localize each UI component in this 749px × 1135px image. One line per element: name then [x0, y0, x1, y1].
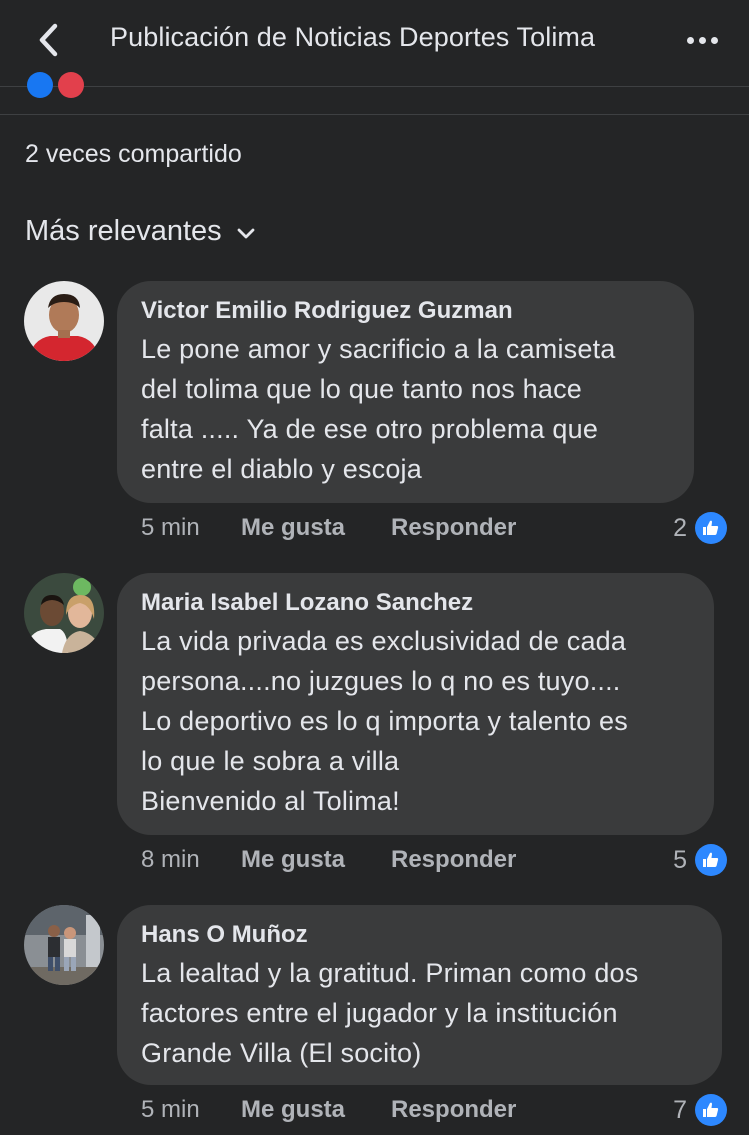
avatar-image: [24, 573, 104, 653]
comment-bubble: Victor Emilio Rodriguez Guzman Le pone a…: [117, 281, 694, 503]
reply-button[interactable]: Responder: [391, 1096, 516, 1124]
reaction-summary[interactable]: 2: [673, 510, 727, 546]
more-options-button[interactable]: [678, 22, 726, 58]
avatar-image: [24, 905, 104, 985]
comment-actions: 8 min Me gusta Responder: [141, 842, 516, 878]
comment-time[interactable]: 8 min: [141, 846, 241, 874]
sort-dropdown[interactable]: Más relevantes: [25, 215, 256, 248]
chevron-left-icon: [39, 23, 58, 57]
comment-author[interactable]: Hans O Muñoz: [141, 917, 698, 953]
love-reaction-icon: [58, 72, 84, 98]
like-button[interactable]: Me gusta: [241, 1096, 391, 1124]
divider: [0, 114, 749, 115]
shares-count[interactable]: 2 veces compartido: [25, 140, 242, 169]
thumbs-up-icon: [695, 512, 727, 544]
reply-button[interactable]: Responder: [391, 846, 516, 874]
avatar[interactable]: [24, 281, 104, 361]
top-bar: Publicación de Noticias Deportes Tolima: [0, 0, 749, 87]
comment-author[interactable]: Victor Emilio Rodriguez Guzman: [141, 293, 670, 329]
chevron-down-icon: [237, 228, 255, 238]
comment-bubble: Hans O Muñoz La lealtad y la gratitud. P…: [117, 905, 722, 1085]
page-title: Publicación de Noticias Deportes Tolima: [110, 22, 596, 52]
like-reaction-icon: [27, 72, 53, 98]
like-button[interactable]: Me gusta: [241, 846, 391, 874]
avatar[interactable]: [24, 573, 104, 653]
thumbs-up-icon: [695, 844, 727, 876]
comment-text: La vida privada es exclusividad de cada …: [141, 626, 628, 816]
comment-actions: 5 min Me gusta Responder: [141, 510, 516, 546]
comment-author[interactable]: Maria Isabel Lozano Sanchez: [141, 585, 690, 621]
comment-time[interactable]: 5 min: [141, 514, 241, 542]
avatar-image: [24, 281, 104, 361]
comment-bubble: Maria Isabel Lozano Sanchez La vida priv…: [117, 573, 714, 835]
comment-text: La lealtad y la gratitud. Priman como do…: [141, 958, 639, 1068]
more-horizontal-icon: [686, 36, 694, 44]
reaction-summary[interactable]: 7: [673, 1092, 727, 1128]
comment-time[interactable]: 5 min: [141, 1096, 241, 1124]
reaction-count: 5: [673, 845, 687, 874]
comment-actions: 5 min Me gusta Responder: [141, 1092, 516, 1128]
reaction-count: 7: [673, 1095, 687, 1124]
reply-button[interactable]: Responder: [391, 514, 516, 542]
comment-text: Le pone amor y sacrificio a la camiseta …: [141, 334, 616, 484]
reaction-summary[interactable]: 5: [673, 842, 727, 878]
back-button[interactable]: [26, 18, 70, 62]
avatar[interactable]: [24, 905, 104, 985]
like-button[interactable]: Me gusta: [241, 514, 391, 542]
thumbs-up-icon: [695, 1094, 727, 1126]
reaction-count: 2: [673, 513, 687, 542]
sort-label: Más relevantes: [25, 215, 222, 247]
